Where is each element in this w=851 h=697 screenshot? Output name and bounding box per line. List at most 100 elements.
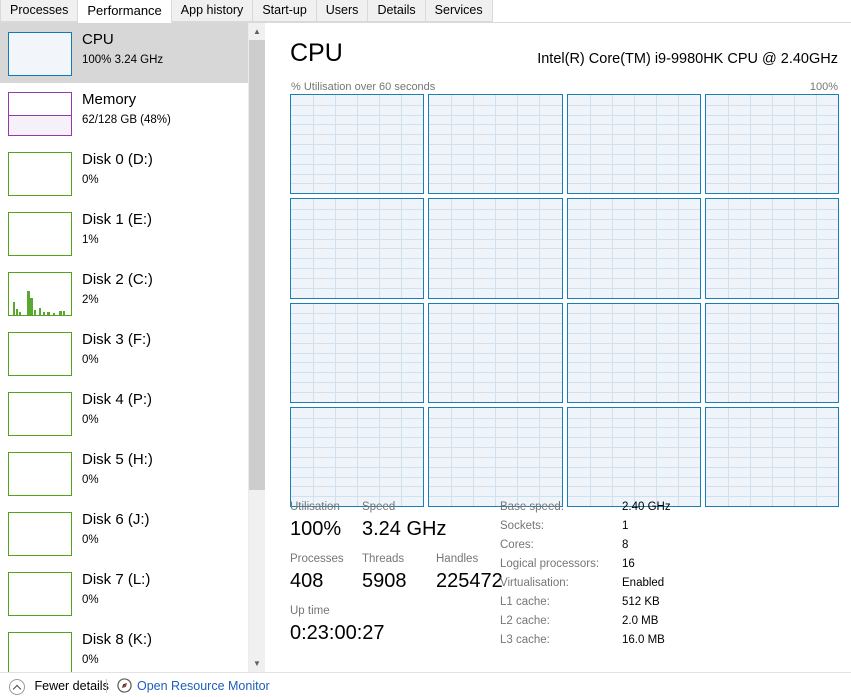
sidebar-item-label: CPU	[82, 31, 114, 48]
status-divider	[106, 679, 107, 693]
logical-processor-graph[interactable]	[428, 94, 563, 195]
logical-processor-graph[interactable]	[566, 94, 701, 195]
logical-processor-graph[interactable]	[566, 198, 701, 299]
grid-line-horizontal	[291, 496, 424, 498]
logical-processor-graph[interactable]	[566, 302, 701, 403]
grid-line-horizontal	[429, 437, 562, 439]
logical-processor-graph[interactable]	[704, 94, 839, 195]
logical-processor-graph[interactable]	[566, 406, 701, 507]
sidebar-item-sublabel: 0%	[82, 174, 99, 186]
grid-line-horizontal	[567, 382, 700, 384]
tab-processes[interactable]: Processes	[0, 0, 79, 22]
grid-line-horizontal	[291, 382, 424, 384]
sidebar-item-label: Memory	[82, 91, 137, 108]
sidebar-item-disk-3-f-[interactable]: Disk 3 (F:) 0%	[0, 323, 248, 383]
grid-line-horizontal	[705, 332, 838, 334]
logical-processor-graph[interactable]	[428, 302, 563, 403]
processes-value: 408	[290, 570, 324, 592]
grid-line-horizontal	[567, 238, 700, 240]
logical-processor-graph[interactable]	[428, 406, 563, 507]
logical-processor-graph[interactable]	[704, 406, 839, 507]
grid-line-horizontal	[567, 144, 700, 146]
tab-services[interactable]: Services	[425, 0, 493, 22]
grid-line-horizontal	[429, 153, 562, 155]
tab-start-up[interactable]: Start-up	[253, 0, 317, 22]
spec-label: L2 cache:	[500, 615, 550, 627]
disk-activity-spike	[16, 309, 18, 315]
disk-activity-spike	[30, 298, 33, 315]
sidebar-item-disk-8-k-[interactable]: Disk 8 (K:) 0%	[0, 623, 248, 672]
sidebar-item-memory[interactable]: Memory 62/128 GB (48%)	[0, 83, 248, 143]
grid-line-horizontal	[291, 287, 424, 289]
grid-line-horizontal	[429, 342, 562, 344]
sidebar-scrollbar[interactable]: ▲ ▼	[248, 23, 265, 672]
sidebar-item-disk-1-e-[interactable]: Disk 1 (E:) 1%	[0, 203, 248, 263]
sidebar-mini-graph	[8, 512, 72, 556]
grid-line-horizontal	[705, 287, 838, 289]
logical-processor-graph[interactable]	[290, 94, 425, 195]
grid-line-horizontal	[705, 362, 838, 364]
threads-value: 5908	[362, 570, 407, 592]
grid-line-horizontal	[291, 144, 424, 146]
logical-processor-graph[interactable]	[290, 198, 425, 299]
grid-line-horizontal	[705, 153, 838, 155]
graph-max-label: 100%	[809, 81, 838, 93]
tab-details[interactable]: Details	[368, 0, 426, 22]
sidebar-item-label: Disk 4 (P:)	[82, 391, 153, 408]
grid-line-horizontal	[429, 427, 562, 429]
sidebar-mini-graph	[8, 572, 72, 616]
grid-line-horizontal	[567, 456, 700, 458]
grid-line-horizontal	[291, 391, 424, 393]
sidebar-item-disk-6-j-[interactable]: Disk 6 (J:) 0%	[0, 503, 248, 563]
grid-line-horizontal	[705, 114, 838, 116]
grid-line-horizontal	[705, 313, 838, 315]
sidebar-mini-graph	[8, 392, 72, 436]
spec-value: Enabled	[622, 577, 665, 589]
sidebar-item-disk-4-p-[interactable]: Disk 4 (P:) 0%	[0, 383, 248, 443]
logical-processor-graph-grid[interactable]	[290, 94, 839, 507]
sidebar-item-disk-2-c-[interactable]: Disk 2 (C:) 2%	[0, 263, 248, 323]
grid-line-horizontal	[567, 427, 700, 429]
sidebar-mini-graph	[8, 32, 72, 76]
grid-line-horizontal	[567, 313, 700, 315]
open-resource-monitor-link[interactable]: Open Resource Monitor	[137, 677, 270, 695]
sidebar-item-disk-5-h-[interactable]: Disk 5 (H:) 0%	[0, 443, 248, 503]
logical-processor-graph[interactable]	[704, 302, 839, 403]
scrollbar-thumb[interactable]	[249, 40, 265, 490]
logical-processor-graph[interactable]	[428, 198, 563, 299]
sidebar-item-disk-0-d-[interactable]: Disk 0 (D:) 0%	[0, 143, 248, 203]
tab-app-history[interactable]: App history	[171, 0, 254, 22]
sidebar-item-sublabel: 2%	[82, 294, 99, 306]
grid-line-horizontal	[567, 362, 700, 364]
grid-line-horizontal	[705, 258, 838, 260]
memory-fill	[9, 114, 71, 135]
logical-processor-graph[interactable]	[704, 198, 839, 299]
grid-line-horizontal	[705, 496, 838, 498]
sidebar-item-sublabel: 0%	[82, 654, 99, 666]
grid-line-horizontal	[567, 218, 700, 220]
grid-line-horizontal	[705, 466, 838, 468]
scroll-up-arrow-icon[interactable]: ▲	[249, 23, 265, 40]
sidebar-item-cpu[interactable]: CPU 100% 3.24 GHz	[0, 23, 248, 83]
scroll-down-arrow-icon[interactable]: ▼	[249, 655, 265, 672]
tab-performance[interactable]: Performance	[78, 0, 172, 23]
grid-line-horizontal	[429, 228, 562, 230]
grid-line-horizontal	[429, 391, 562, 393]
fewer-details-button[interactable]: Fewer details	[9, 677, 109, 695]
grid-line-horizontal	[429, 124, 562, 126]
grid-line-horizontal	[705, 277, 838, 279]
tab-users[interactable]: Users	[316, 0, 369, 22]
grid-line-horizontal	[429, 313, 562, 315]
sidebar-item-disk-7-l-[interactable]: Disk 7 (L:) 0%	[0, 563, 248, 623]
sidebar-item-text: Disk 2 (C:) 2%	[82, 271, 244, 308]
grid-line-horizontal	[429, 134, 562, 136]
status-bar: Fewer details Open Resource Monitor	[0, 672, 851, 697]
grid-line-horizontal	[429, 268, 562, 270]
handles-label: Handles	[436, 553, 479, 565]
spec-value: 512 KB	[622, 596, 660, 608]
logical-processor-graph[interactable]	[290, 406, 425, 507]
grid-line-horizontal	[567, 104, 700, 106]
logical-processor-graph[interactable]	[290, 302, 425, 403]
disk-activity-spike	[63, 311, 65, 315]
grid-line-horizontal	[567, 332, 700, 334]
